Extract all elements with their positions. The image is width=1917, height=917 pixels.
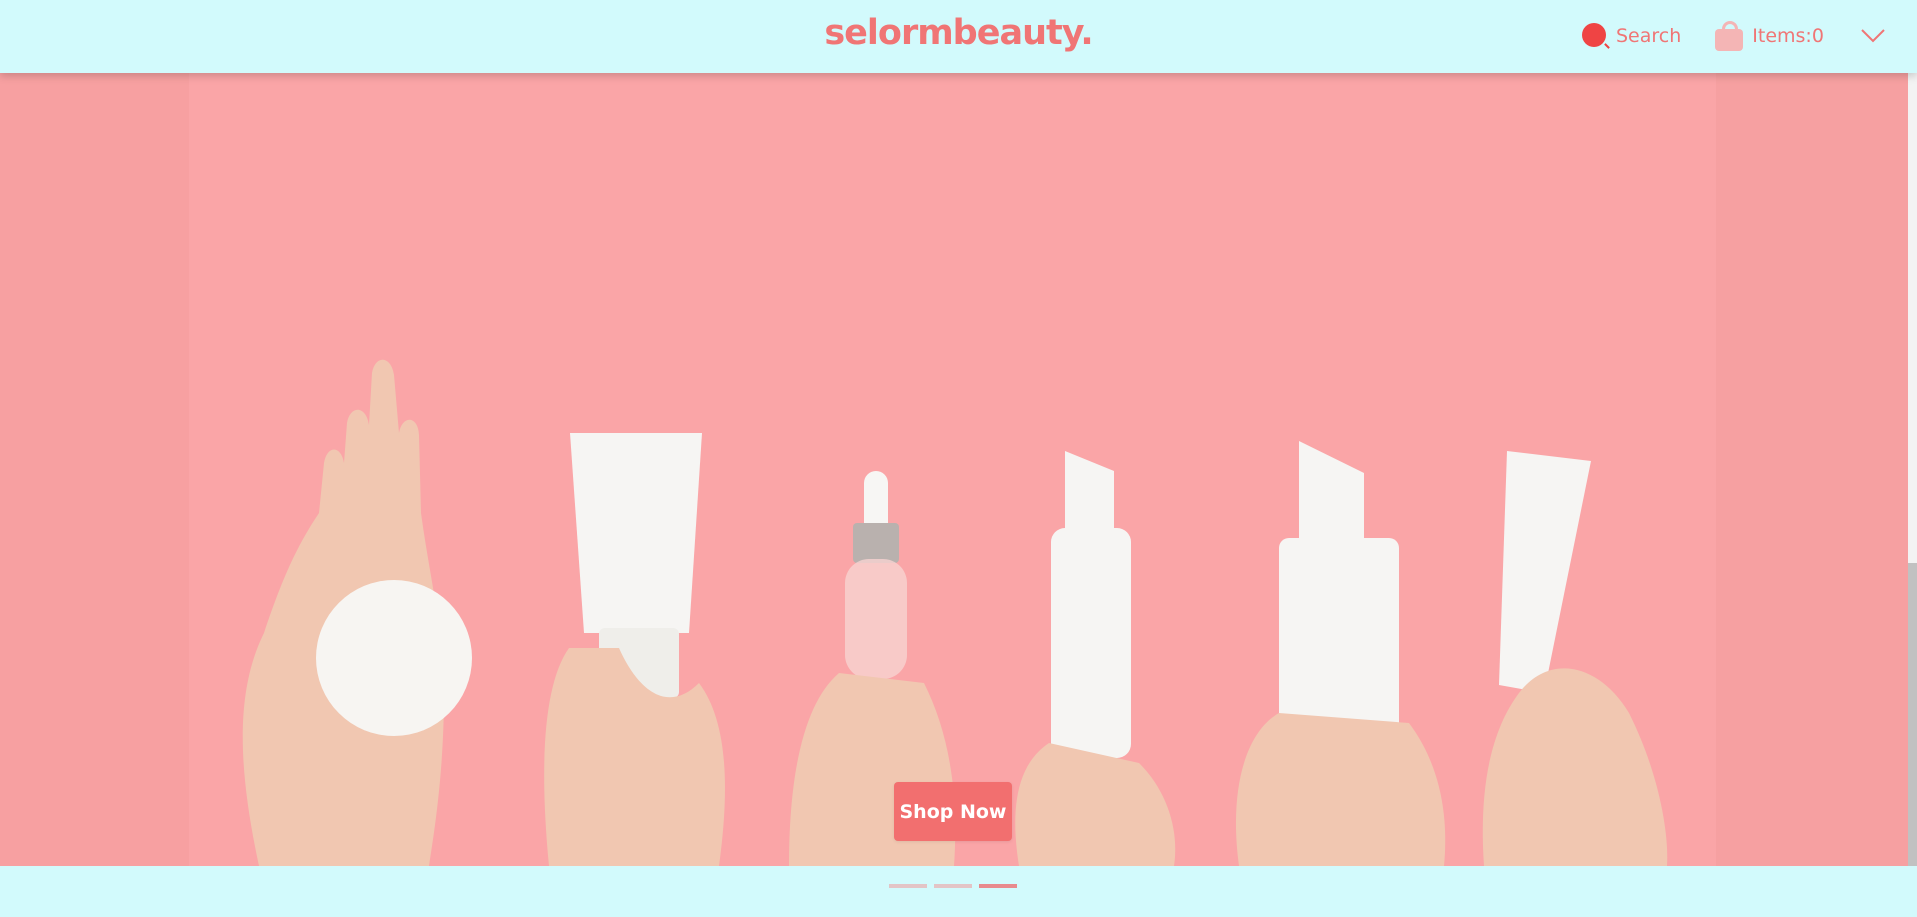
hero-banner: Shop Now — [0, 73, 1917, 866]
shop-now-button[interactable]: Shop Now — [894, 782, 1012, 841]
cart-count-label: Items:0 — [1752, 25, 1824, 47]
shopping-bag-icon — [1715, 21, 1744, 51]
hero-image — [189, 73, 1716, 866]
site-header: selormbeauty. Search Items:0 — [0, 0, 1917, 73]
slider-dot-active[interactable] — [979, 884, 1017, 888]
scrollbar-thumb[interactable] — [1908, 563, 1917, 866]
slider-dot[interactable] — [934, 884, 972, 888]
search-button[interactable]: Search — [1580, 21, 1681, 51]
slider-bar — [0, 866, 1917, 917]
header-actions: Search Items:0 — [1580, 18, 1886, 54]
slider-dot[interactable] — [889, 884, 927, 888]
page-scrollbar[interactable] — [1908, 73, 1917, 866]
chevron-down-icon[interactable] — [1860, 27, 1886, 45]
search-icon — [1580, 21, 1610, 51]
cart-button[interactable]: Items:0 — [1715, 21, 1824, 51]
search-label: Search — [1616, 25, 1682, 47]
page: selormbeauty. Search Items:0 Shop Now — [0, 0, 1917, 917]
slider-dots — [889, 884, 1024, 888]
hero-right-strip — [1716, 73, 1917, 866]
